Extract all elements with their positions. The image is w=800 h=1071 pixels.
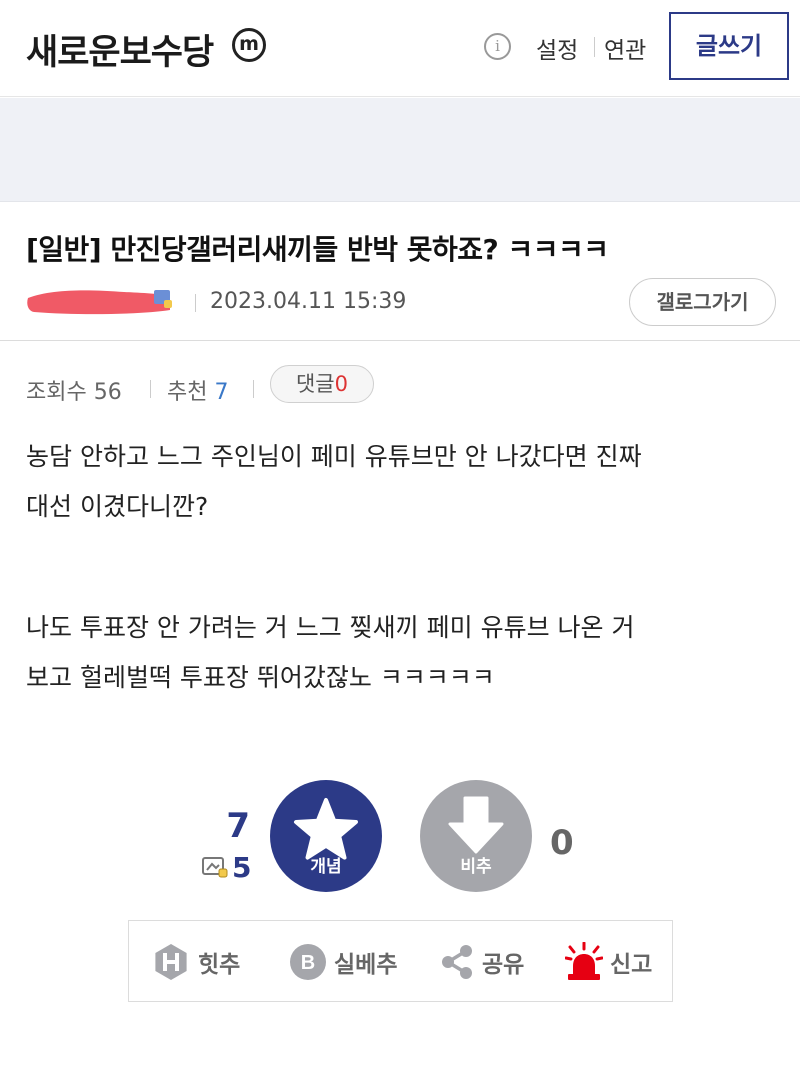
post-body-line: 보고 헐레벌떡 투표장 뛰어갔잖노 ㅋㅋㅋㅋㅋ bbox=[26, 663, 495, 692]
meta-divider bbox=[195, 294, 196, 312]
comments-button[interactable]: 댓글0 bbox=[270, 365, 374, 403]
gallery-name[interactable]: 새로운보수당 bbox=[26, 24, 214, 75]
best-recommend-label: 실베추 bbox=[334, 952, 398, 978]
redacted-nickname bbox=[27, 290, 172, 315]
downvote-label: 비추 bbox=[460, 857, 492, 877]
report-button[interactable]: 신고 bbox=[565, 921, 652, 1003]
fixed-nick-icon bbox=[202, 857, 228, 878]
report-label: 신고 bbox=[610, 952, 653, 978]
recommend-label: 추천 bbox=[167, 380, 208, 405]
gallog-button[interactable]: 갤로그가기 bbox=[629, 278, 776, 326]
b-circle-icon: B bbox=[290, 944, 326, 980]
top-header: 새로운보수당 m i 설정 연관 글쓰기 bbox=[0, 0, 800, 97]
share-label: 공유 bbox=[482, 952, 525, 978]
post-date: 2023.04.11 15:39 bbox=[210, 289, 407, 314]
write-button[interactable]: 글쓰기 bbox=[669, 12, 789, 80]
upvote-button[interactable]: 개념 bbox=[270, 780, 382, 892]
recommend-count: 7 bbox=[214, 380, 229, 405]
header-divider bbox=[594, 37, 595, 57]
stat-divider bbox=[150, 380, 151, 398]
share-icon bbox=[442, 945, 472, 979]
settings-link[interactable]: 설정 bbox=[536, 31, 578, 65]
post-actions-bar: 힛추 B 실베추 공유 신고 bbox=[128, 920, 673, 1002]
siren-icon bbox=[565, 942, 603, 980]
ad-banner-area bbox=[0, 98, 800, 202]
best-recommend-button[interactable]: B 실베추 bbox=[289, 921, 397, 1003]
downvote-button[interactable]: 비추 bbox=[420, 780, 532, 892]
hit-recommend-button[interactable]: 힛추 bbox=[151, 921, 240, 1003]
views-label: 조회수 bbox=[26, 380, 87, 405]
post-title: [일반] 만진당갤러리새끼들 반박 못하죠? ㅋㅋㅋㅋ bbox=[26, 233, 609, 266]
post-body-line: 농담 안하고 느그 주인님이 페미 유튜브만 안 나갔다면 진짜 bbox=[26, 442, 642, 471]
section-divider bbox=[0, 340, 800, 341]
related-link[interactable]: 연관 bbox=[604, 31, 646, 65]
views-stat: 조회수 56 bbox=[26, 374, 122, 406]
comments-label: 댓글 bbox=[295, 372, 335, 396]
hit-icon bbox=[155, 944, 187, 980]
svg-text:B: B bbox=[301, 952, 315, 974]
post-body-line: 나도 투표장 안 가려는 거 느그 찢새끼 페미 유튜브 나온 거 bbox=[26, 613, 635, 642]
post-body-line: 대선 이겼다니깐? bbox=[26, 492, 209, 521]
share-button[interactable]: 공유 bbox=[439, 921, 524, 1003]
upvote-count: 7 bbox=[226, 806, 250, 846]
comments-count: 0 bbox=[334, 372, 348, 396]
hit-label: 힛추 bbox=[198, 952, 241, 978]
stat-divider bbox=[253, 380, 254, 398]
fixed-nick-count: 5 bbox=[232, 851, 252, 884]
views-count: 56 bbox=[93, 380, 122, 405]
info-icon[interactable]: i bbox=[484, 33, 511, 60]
upvote-label: 개념 bbox=[310, 857, 342, 877]
recommend-stat: 추천 7 bbox=[167, 374, 228, 406]
minor-gallery-badge-icon: m bbox=[232, 28, 266, 62]
downvote-count: 0 bbox=[550, 823, 574, 863]
